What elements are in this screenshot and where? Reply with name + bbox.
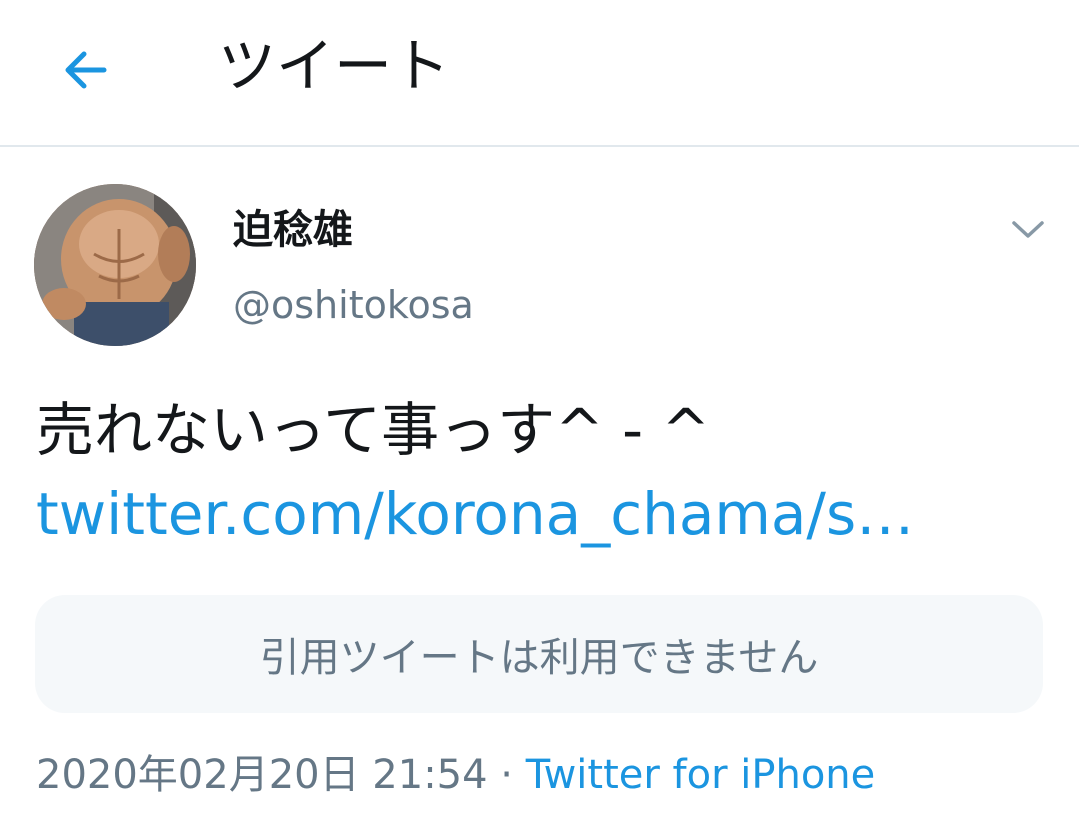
tweet-meta: 2020年02月20日 21:54 · Twitter for iPhone xyxy=(36,745,875,805)
arrow-left-icon xyxy=(65,51,107,89)
author-display-name[interactable]: 迫稔雄 xyxy=(233,203,353,257)
page-title: ツイート xyxy=(218,32,451,100)
tweet-timestamp: 2020年02月20日 21:54 xyxy=(36,752,488,798)
tweet-text: 売れないって事っす^ - ^ xyxy=(36,396,711,464)
tweet-link[interactable]: twitter.com/korona_chama/s… xyxy=(36,476,914,552)
tweet-menu-button[interactable] xyxy=(1004,206,1052,254)
chevron-down-icon xyxy=(1012,221,1044,238)
avatar[interactable] xyxy=(34,184,196,346)
author-handle[interactable]: @oshitokosa xyxy=(233,278,474,332)
avatar-image xyxy=(34,184,196,346)
tweet-source-link[interactable]: Twitter for iPhone xyxy=(526,752,876,798)
back-button[interactable] xyxy=(52,38,116,102)
quote-tweet-unavailable: 引用ツイートは利用できません xyxy=(35,595,1043,713)
quote-unavailable-text: 引用ツイートは利用できません xyxy=(259,635,819,681)
top-app-bar: ツイート xyxy=(0,0,1079,147)
meta-separator: · xyxy=(487,752,526,798)
